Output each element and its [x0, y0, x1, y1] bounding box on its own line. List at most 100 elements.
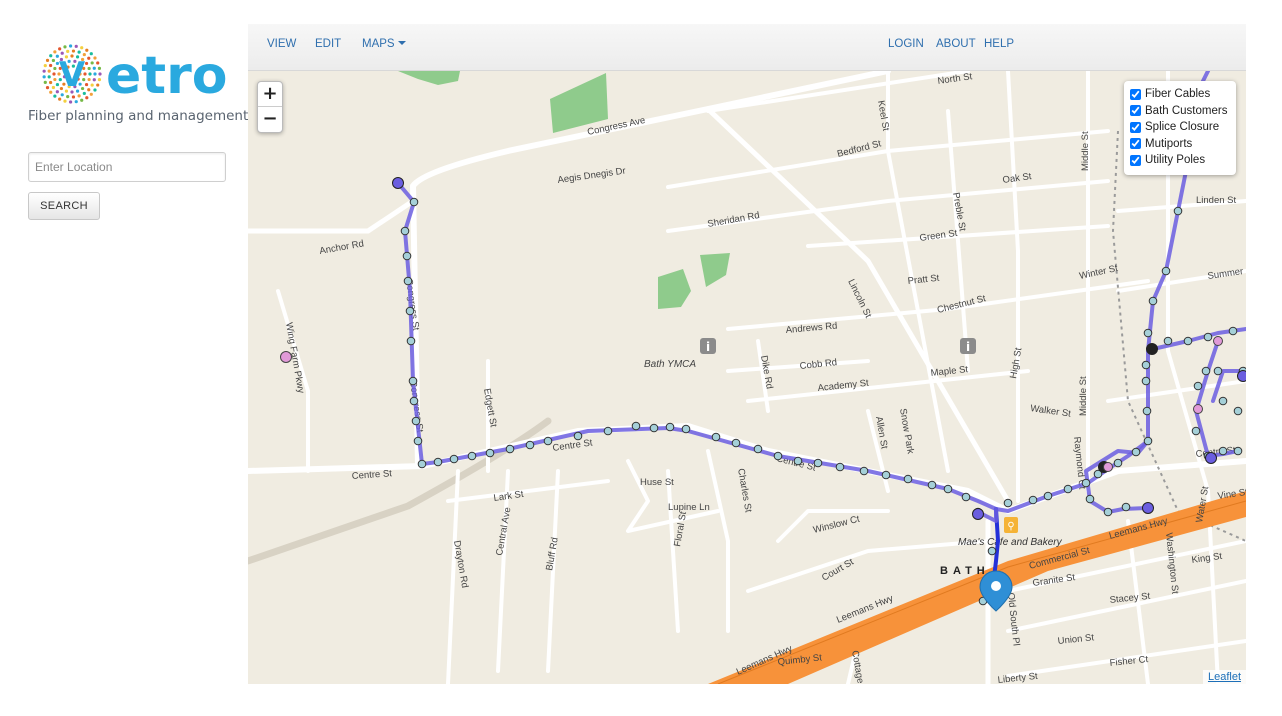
utility-pole-marker[interactable] [1141, 360, 1151, 370]
utility-pole-marker[interactable] [408, 376, 418, 386]
map-view[interactable]: Congress Ave Aegis Dnegis Dr Anchor Rd S… [248, 71, 1246, 684]
utility-pole-marker[interactable] [1043, 491, 1053, 501]
utility-pole-marker[interactable] [1003, 498, 1013, 508]
utility-pole-marker[interactable] [1141, 376, 1151, 386]
nav-maps[interactable]: MAPS [362, 38, 406, 50]
utility-pole-marker[interactable] [405, 306, 415, 316]
splice-closure-marker[interactable] [1146, 343, 1158, 355]
utility-pole-marker[interactable] [753, 444, 763, 454]
utility-pole-marker[interactable] [1143, 328, 1153, 338]
utility-pole-marker[interactable] [485, 448, 495, 458]
utility-pole-marker[interactable] [1063, 484, 1073, 494]
utility-pole-marker[interactable] [859, 466, 869, 476]
multiport-marker[interactable] [392, 177, 404, 189]
utility-pole-marker[interactable] [411, 416, 421, 426]
nav-help[interactable]: HELP [984, 38, 1014, 50]
multiport-marker[interactable] [972, 508, 984, 520]
utility-pole-marker[interactable] [813, 458, 823, 468]
utility-pole-marker[interactable] [927, 480, 937, 490]
layer-checkbox[interactable] [1130, 105, 1141, 117]
utility-pole-marker[interactable] [1183, 336, 1193, 346]
utility-pole-marker[interactable] [903, 474, 913, 484]
utility-pole-marker[interactable] [1218, 396, 1228, 406]
layer-checkbox[interactable] [1130, 138, 1141, 150]
utility-pole-marker[interactable] [665, 422, 675, 432]
utility-pole-marker[interactable] [449, 454, 459, 464]
utility-pole-marker[interactable] [881, 470, 891, 480]
utility-pole-marker[interactable] [1233, 446, 1243, 456]
utility-pole-marker[interactable] [1163, 336, 1173, 346]
info-icon[interactable]: i [700, 338, 716, 354]
utility-pole-marker[interactable] [1142, 406, 1152, 416]
layer-utility-poles[interactable]: Utility Poles [1130, 152, 1230, 169]
multiport-marker[interactable] [1205, 452, 1217, 464]
utility-pole-marker[interactable] [1103, 507, 1113, 517]
nav-view[interactable]: VIEW [267, 38, 296, 50]
map-canvas[interactable]: Congress Ave Aegis Dnegis Dr Anchor Rd S… [248, 71, 1246, 684]
utility-pole-marker[interactable] [1081, 478, 1091, 488]
utility-pole-marker[interactable] [1161, 266, 1171, 276]
utility-pole-marker[interactable] [649, 423, 659, 433]
cafe-icon[interactable]: ⚲ [1004, 517, 1018, 533]
utility-pole-marker[interactable] [1148, 296, 1158, 306]
utility-pole-marker[interactable] [467, 451, 477, 461]
search-button[interactable]: SEARCH [28, 192, 100, 220]
layer-mutiports[interactable]: Mutiports [1130, 136, 1230, 153]
utility-pole-marker[interactable] [1201, 366, 1211, 376]
customer-marker[interactable] [280, 351, 292, 363]
utility-pole-marker[interactable] [961, 492, 971, 502]
utility-pole-marker[interactable] [413, 436, 423, 446]
utility-pole-marker[interactable] [1213, 366, 1223, 376]
zoom-in-button[interactable]: + [258, 82, 282, 107]
info-icon[interactable]: i [960, 338, 976, 354]
utility-pole-marker[interactable] [631, 421, 641, 431]
utility-pole-marker[interactable] [1233, 406, 1243, 416]
utility-pole-marker[interactable] [409, 197, 419, 207]
location-search-input[interactable] [28, 152, 226, 182]
utility-pole-marker[interactable] [1121, 502, 1131, 512]
utility-pole-marker[interactable] [1191, 426, 1201, 436]
customer-marker[interactable] [1213, 336, 1223, 346]
utility-pole-marker[interactable] [1028, 495, 1038, 505]
utility-pole-marker[interactable] [543, 436, 553, 446]
nav-about[interactable]: ABOUT [936, 38, 976, 50]
nav-edit[interactable]: EDIT [315, 38, 341, 50]
customer-marker[interactable] [1103, 462, 1113, 472]
utility-pole-marker[interactable] [603, 426, 613, 436]
utility-pole-marker[interactable] [943, 484, 953, 494]
utility-pole-marker[interactable] [417, 459, 427, 469]
customer-marker[interactable] [1193, 404, 1203, 414]
utility-pole-marker[interactable] [1113, 458, 1123, 468]
utility-pole-marker[interactable] [1143, 436, 1153, 446]
layer-bath-customers[interactable]: Bath Customers [1130, 103, 1230, 120]
layer-splice-closure[interactable]: Splice Closure [1130, 119, 1230, 136]
layer-checkbox[interactable] [1130, 121, 1141, 133]
nav-login[interactable]: LOGIN [888, 38, 924, 50]
utility-pole-marker[interactable] [1228, 326, 1238, 336]
leaflet-link[interactable]: Leaflet [1208, 671, 1241, 683]
utility-pole-marker[interactable] [835, 462, 845, 472]
utility-pole-marker[interactable] [1203, 332, 1213, 342]
utility-pole-marker[interactable] [400, 226, 410, 236]
zoom-out-button[interactable]: − [258, 107, 282, 132]
utility-pole-marker[interactable] [1218, 446, 1228, 456]
utility-pole-marker[interactable] [409, 396, 419, 406]
utility-pole-marker[interactable] [711, 432, 721, 442]
utility-pole-marker[interactable] [402, 251, 412, 261]
utility-pole-marker[interactable] [525, 440, 535, 450]
utility-pole-marker[interactable] [681, 424, 691, 434]
utility-pole-marker[interactable] [433, 457, 443, 467]
utility-pole-marker[interactable] [773, 451, 783, 461]
layer-checkbox[interactable] [1130, 88, 1141, 100]
layer-checkbox[interactable] [1130, 154, 1141, 166]
utility-pole-marker[interactable] [406, 336, 416, 346]
utility-pole-marker[interactable] [731, 438, 741, 448]
utility-pole-marker[interactable] [1085, 494, 1095, 504]
utility-pole-marker[interactable] [1131, 447, 1141, 457]
utility-pole-marker[interactable] [573, 431, 583, 441]
utility-pole-marker[interactable] [403, 276, 413, 286]
multiport-marker[interactable] [1142, 502, 1154, 514]
utility-pole-marker[interactable] [793, 456, 803, 466]
multiport-marker[interactable] [1237, 370, 1247, 382]
layer-fiber-cables[interactable]: Fiber Cables [1130, 86, 1230, 103]
